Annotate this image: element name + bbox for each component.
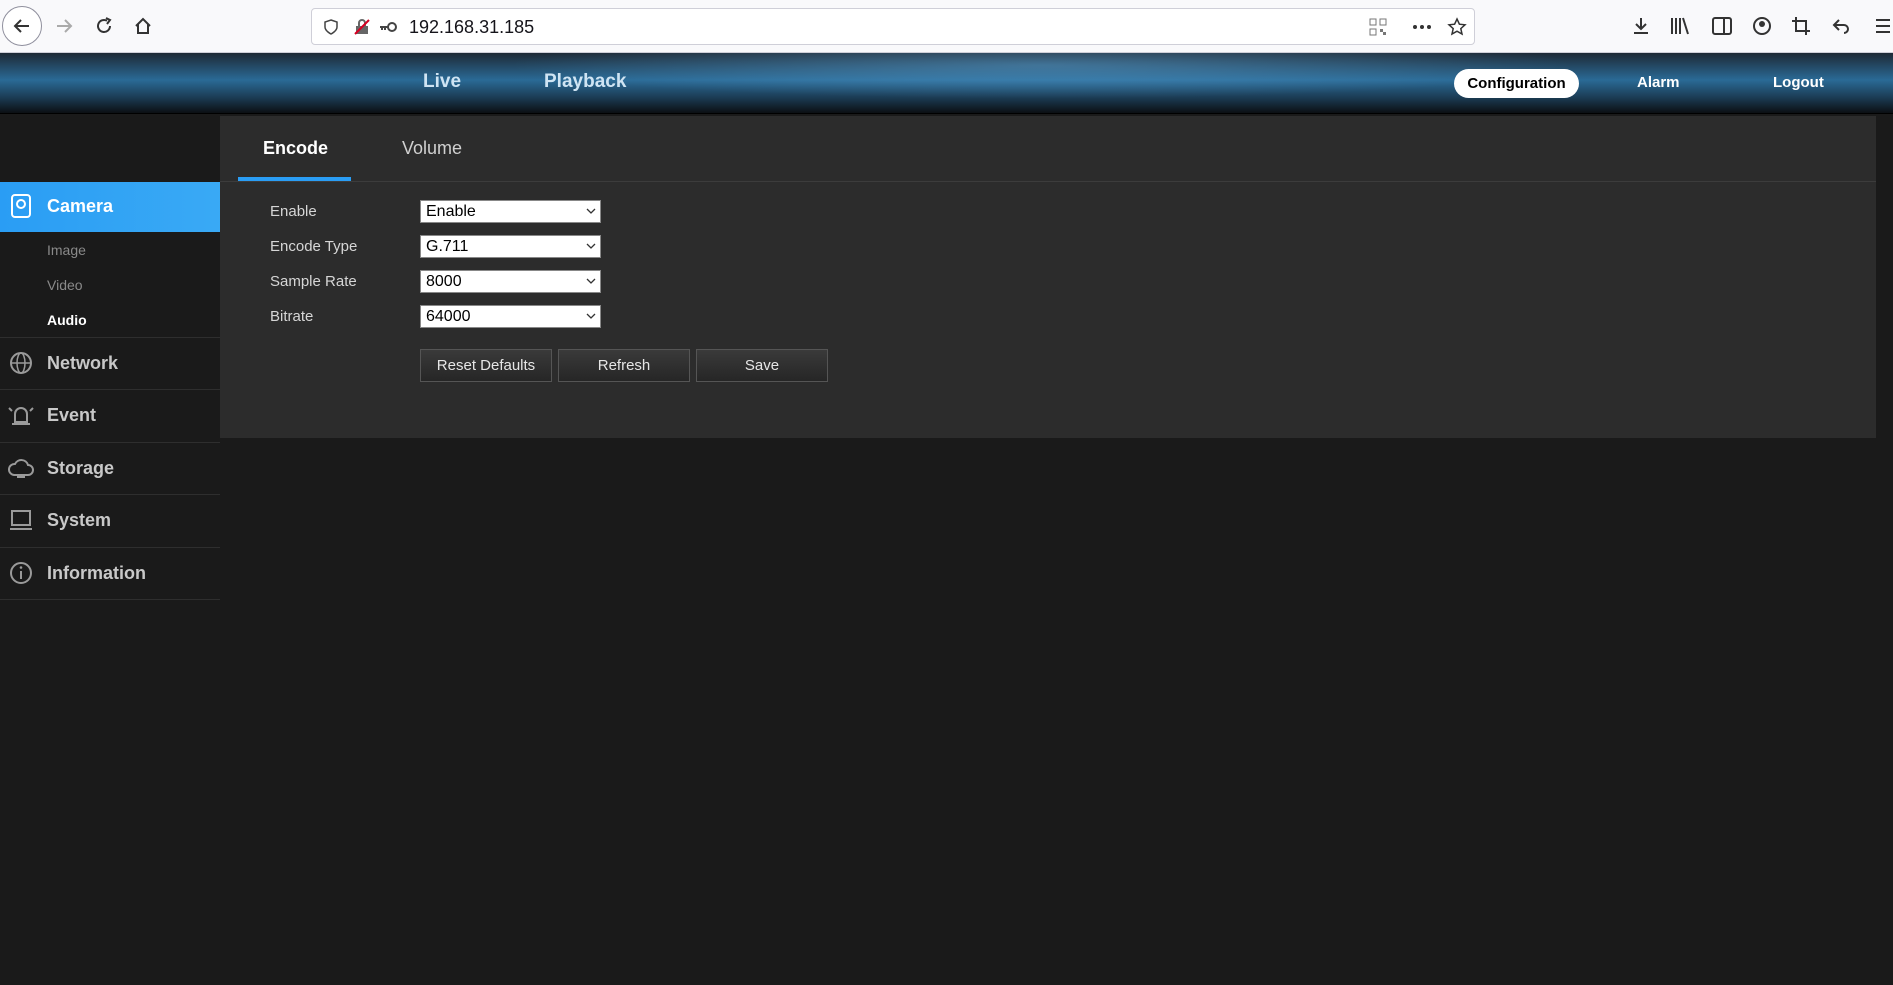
- info-icon: [6, 558, 36, 588]
- sidebar-label-camera: Camera: [47, 196, 114, 216]
- select-encode-type-value: G.711: [426, 238, 469, 255]
- network-globe-icon: [6, 348, 36, 378]
- back-button[interactable]: [2, 6, 42, 46]
- save-button[interactable]: Save: [696, 349, 828, 382]
- select-enable[interactable]: Enable: [420, 200, 601, 223]
- download-icon[interactable]: [1627, 12, 1655, 40]
- qr-code-icon[interactable]: [1368, 17, 1388, 37]
- tab-volume[interactable]: Volume: [402, 138, 462, 159]
- label-enable: Enable: [270, 203, 317, 220]
- browser-toolbar: 192.168.31.185: [0, 0, 1893, 53]
- select-bitrate[interactable]: 64000: [420, 305, 601, 328]
- sidebar-label-network: Network: [47, 353, 119, 373]
- alarm-bell-icon: [6, 400, 36, 430]
- camera-icon: [6, 191, 36, 221]
- sidebar-toggle-icon[interactable]: [1708, 12, 1736, 40]
- reload-button[interactable]: [86, 8, 122, 44]
- arrow-right-icon: [57, 19, 73, 33]
- sidebar-item-camera[interactable]: Camera: [0, 182, 230, 232]
- monitor-icon: [6, 505, 36, 535]
- chevron-down-icon: [586, 243, 596, 249]
- divider: [0, 599, 220, 600]
- library-icon[interactable]: [1666, 12, 1694, 40]
- tab-strip: Encode Volume: [220, 116, 1876, 182]
- cloud-storage-icon: [6, 453, 36, 483]
- address-bar[interactable]: 192.168.31.185: [311, 8, 1475, 45]
- home-button[interactable]: [125, 8, 161, 44]
- divider: [0, 494, 220, 495]
- screenshot-crop-icon[interactable]: [1787, 12, 1815, 40]
- nav-logout[interactable]: Logout: [1773, 74, 1824, 91]
- undo-icon[interactable]: [1827, 12, 1855, 40]
- sidebar-label-storage: Storage: [47, 458, 115, 478]
- sidebar: Camera Image Video Audio Network Event S…: [0, 114, 230, 985]
- sidebar-label-event: Event: [47, 405, 97, 425]
- sidebar-sub-video[interactable]: Video: [47, 277, 83, 293]
- chevron-down-icon: [586, 278, 596, 284]
- more-actions-icon[interactable]: [1412, 17, 1432, 37]
- active-tab-indicator: [238, 177, 351, 181]
- reload-icon: [97, 17, 112, 33]
- divider: [0, 442, 220, 443]
- shield-icon[interactable]: [321, 17, 341, 37]
- key-icon[interactable]: [378, 17, 398, 37]
- nav-alarm[interactable]: Alarm: [1637, 74, 1680, 91]
- insecure-lock-icon[interactable]: [352, 17, 372, 37]
- sidebar-label-information: Information: [47, 563, 146, 583]
- select-sample-rate[interactable]: 8000: [420, 270, 601, 293]
- label-encode-type: Encode Type: [270, 238, 358, 255]
- select-encode-type[interactable]: G.711: [420, 235, 601, 258]
- select-enable-value: Enable: [426, 203, 476, 220]
- bookmark-star-icon[interactable]: [1447, 17, 1467, 37]
- label-sample-rate: Sample Rate: [270, 273, 357, 290]
- label-bitrate: Bitrate: [270, 308, 314, 325]
- reset-defaults-button[interactable]: Reset Defaults: [420, 349, 552, 382]
- select-sample-rate-value: 8000: [426, 273, 462, 290]
- arrow-left-icon: [13, 19, 29, 33]
- content-panel: Encode Volume Enable Enable Encode Type …: [220, 116, 1876, 438]
- nav-configuration[interactable]: Configuration: [1454, 69, 1579, 98]
- nav-playback[interactable]: Playback: [544, 71, 626, 93]
- refresh-button[interactable]: Refresh: [558, 349, 690, 382]
- chevron-down-icon: [586, 208, 596, 214]
- sidebar-sub-audio[interactable]: Audio: [47, 312, 87, 328]
- account-icon[interactable]: [1748, 12, 1776, 40]
- sidebar-label-system: System: [47, 510, 112, 530]
- divider: [0, 337, 220, 338]
- divider: [0, 547, 220, 548]
- select-bitrate-value: 64000: [426, 308, 471, 325]
- nav-live[interactable]: Live: [423, 71, 461, 93]
- forward-button[interactable]: [46, 8, 82, 44]
- tab-encode[interactable]: Encode: [263, 138, 328, 159]
- divider: [0, 389, 220, 390]
- url-text[interactable]: 192.168.31.185: [409, 17, 534, 38]
- sidebar-sub-image[interactable]: Image: [47, 242, 86, 258]
- chevron-down-icon: [586, 313, 596, 319]
- home-icon: [135, 17, 151, 34]
- menu-icon[interactable]: [1868, 12, 1893, 40]
- app-header: Live Playback Configuration Alarm Logout: [0, 53, 1893, 114]
